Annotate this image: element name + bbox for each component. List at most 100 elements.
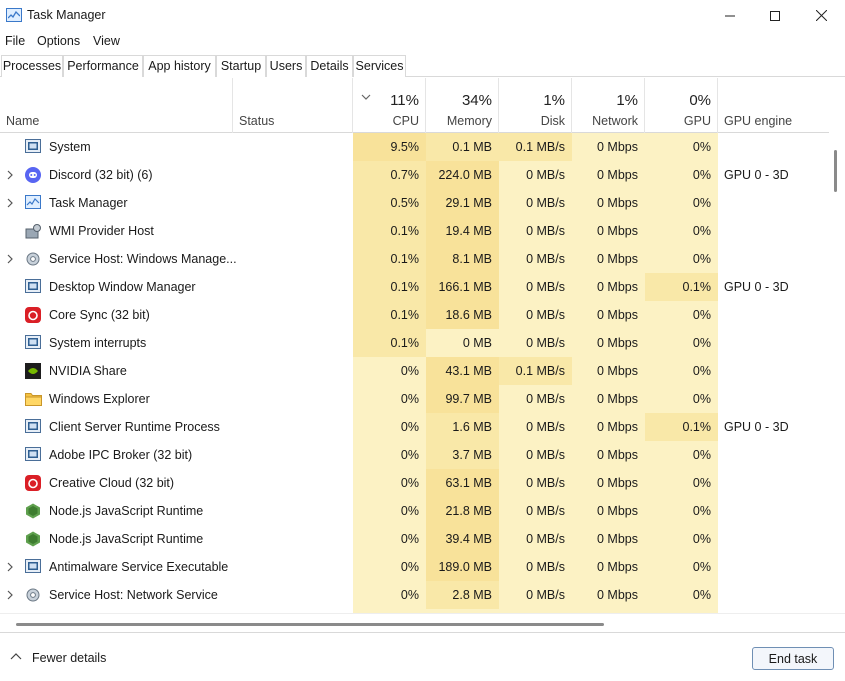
column-disk[interactable]: 1% Disk	[499, 78, 572, 133]
table-row[interactable]: WMI Provider Host 0.1% 19.4 MB 0 MB/s 0 Mbps…	[0, 217, 829, 245]
menu-file[interactable]: File	[5, 34, 25, 48]
network-value: 0 Mbps	[572, 385, 645, 413]
gpu-value: 0%	[645, 581, 718, 609]
chevron-right-icon[interactable]	[6, 170, 14, 180]
cpu-value: 0.1%	[353, 217, 426, 245]
title-bar[interactable]: Task Manager	[0, 0, 845, 31]
memory-value: 19.4 MB	[426, 217, 499, 245]
maximize-icon	[770, 10, 780, 21]
process-name: System	[49, 140, 91, 154]
process-name: Core Sync (32 bit)	[49, 308, 150, 322]
network-value: 0 Mbps	[572, 413, 645, 441]
disk-value: 0 MB/s	[499, 273, 572, 301]
menu-options[interactable]: Options	[37, 34, 80, 48]
column-status[interactable]: Status	[233, 78, 353, 133]
discord-icon	[25, 167, 42, 183]
memory-value: 18.6 MB	[426, 301, 499, 329]
vertical-scroll-thumb[interactable]	[834, 150, 837, 192]
table-row[interactable]: Creative Cloud (32 bit) 0% 63.1 MB 0 MB/s 0 …	[0, 469, 829, 497]
table-row[interactable]: Windows Explorer 0% 99.7 MB 0 MB/s 0 Mbps 0%	[0, 385, 829, 413]
table-row[interactable]: Node.js JavaScript Runtime 0% 21.8 MB 0 MB/…	[0, 497, 829, 525]
column-memory[interactable]: 34% Memory	[426, 78, 499, 133]
column-cpu[interactable]: 11% CPU	[353, 78, 426, 133]
chevron-right-icon[interactable]	[6, 198, 14, 208]
horizontal-scrollbar[interactable]	[0, 613, 845, 631]
gear-icon	[25, 587, 42, 603]
close-button[interactable]	[798, 0, 844, 31]
table-row[interactable]: NVIDIA Share 0% 43.1 MB 0.1 MB/s 0 Mbps 0%	[0, 357, 829, 385]
cpu-value: 0.5%	[353, 189, 426, 217]
memory-value: 99.7 MB	[426, 385, 499, 413]
table-row[interactable]: Adobe IPC Broker (32 bit) 0% 3.7 MB 0 MB/s 0…	[0, 441, 829, 469]
menu-view[interactable]: View	[93, 34, 120, 48]
gpu-engine-value: GPU 0 - 3D	[724, 168, 789, 182]
tab-app-history[interactable]: App history	[143, 55, 216, 77]
chevron-right-icon[interactable]	[6, 254, 14, 264]
gpu-value: 0%	[645, 357, 718, 385]
vertical-scrollbar[interactable]	[829, 133, 845, 613]
minimize-button[interactable]	[707, 0, 753, 31]
disk-total: 1%	[543, 92, 565, 109]
tab-performance[interactable]: Performance	[63, 55, 143, 77]
process-list: System 9.5% 0.1 MB 0.1 MB/s 0 Mbps 0% Discord …	[0, 133, 829, 613]
gpu-engine-value	[724, 301, 824, 329]
process-name: Service Host: Windows Manage...	[49, 252, 237, 266]
tab-startup[interactable]: Startup	[216, 55, 266, 77]
table-row[interactable]: Client Server Runtime Process 0% 1.6 MB 0 M…	[0, 413, 829, 441]
tab-users[interactable]: Users	[266, 55, 306, 77]
table-row[interactable]: Core Sync (32 bit) 0.1% 18.6 MB 0 MB/s 0 Mbp…	[0, 301, 829, 329]
table-row[interactable]: Task Manager 0.5% 29.1 MB 0 MB/s 0 Mbps 0%	[0, 189, 829, 217]
nodejs-icon	[25, 503, 42, 519]
network-value: 0 Mbps	[572, 189, 645, 217]
network-value: 0 Mbps	[572, 273, 645, 301]
tab-processes[interactable]: Processes	[1, 55, 63, 77]
column-name[interactable]: Name	[0, 78, 233, 133]
tab-bar: Processes Performance App history Startu…	[0, 53, 845, 77]
fewer-details-link[interactable]: Fewer details	[32, 651, 106, 665]
process-name: Creative Cloud (32 bit)	[49, 476, 175, 490]
table-row[interactable]: Antimalware Service Executable 0% 189.0 MB…	[0, 553, 829, 581]
cpu-value: 0%	[353, 581, 426, 609]
column-network[interactable]: 1% Network	[572, 78, 645, 133]
chevron-right-icon[interactable]	[6, 590, 14, 600]
table-row[interactable]: Service Host: Network Service 0% 2.8 MB 0 M…	[0, 581, 829, 609]
chevron-right-icon[interactable]	[6, 562, 14, 572]
table-row[interactable]: Discord (32 bit) (6) 0.7% 224.0 MB 0 MB/s 0 …	[0, 161, 829, 189]
process-name: Node.js JavaScript Runtime	[49, 532, 204, 546]
gpu-value: 0%	[645, 525, 718, 553]
table-row[interactable]: Service Host: Windows Manage... 0.1% 8.1 M…	[0, 245, 829, 273]
network-value: 0 Mbps	[572, 469, 645, 497]
network-value: 0 Mbps	[572, 525, 645, 553]
disk-value: 0 MB/s	[499, 525, 572, 553]
memory-value: 189.0 MB	[426, 553, 499, 581]
nvidia-icon	[25, 363, 42, 379]
column-gpu[interactable]: 0% GPU	[645, 78, 718, 133]
tab-details[interactable]: Details	[306, 55, 353, 77]
tab-services[interactable]: Services	[353, 55, 406, 77]
gpu-engine-value	[724, 581, 824, 609]
task-manager-icon	[25, 195, 42, 211]
table-row[interactable]: Node.js JavaScript Runtime 0% 39.4 MB 0 MB/…	[0, 525, 829, 553]
maximize-button[interactable]	[752, 0, 798, 31]
footer: Fewer details End task	[0, 632, 845, 681]
disk-value: 0 MB/s	[499, 553, 572, 581]
horizontal-scroll-thumb[interactable]	[16, 623, 604, 626]
system-icon	[25, 447, 42, 463]
table-row[interactable]: System 9.5% 0.1 MB 0.1 MB/s 0 Mbps 0%	[0, 133, 829, 161]
creative-cloud-icon	[25, 307, 42, 323]
gpu-engine-value	[724, 525, 824, 553]
chevron-up-icon[interactable]	[10, 652, 22, 660]
process-name: Adobe IPC Broker (32 bit)	[49, 448, 193, 462]
network-value: 0 Mbps	[572, 357, 645, 385]
network-value: 0 Mbps	[572, 581, 645, 609]
system-icon	[25, 335, 42, 351]
end-task-button[interactable]: End task	[752, 647, 834, 670]
column-header: Name Status 11% CPU 34% Memory 1% Disk 1…	[0, 78, 829, 133]
column-gpu-engine[interactable]: GPU engine	[718, 78, 829, 133]
table-row[interactable]: Desktop Window Manager 0.1% 166.1 MB 0 MB/s…	[0, 273, 829, 301]
cpu-value: 0%	[353, 357, 426, 385]
cpu-value: 0%	[353, 469, 426, 497]
gpu-engine-value	[724, 133, 824, 161]
table-row[interactable]: System interrupts 0.1% 0 MB 0 MB/s 0 Mbps 0%	[0, 329, 829, 357]
network-value: 0 Mbps	[572, 133, 645, 161]
